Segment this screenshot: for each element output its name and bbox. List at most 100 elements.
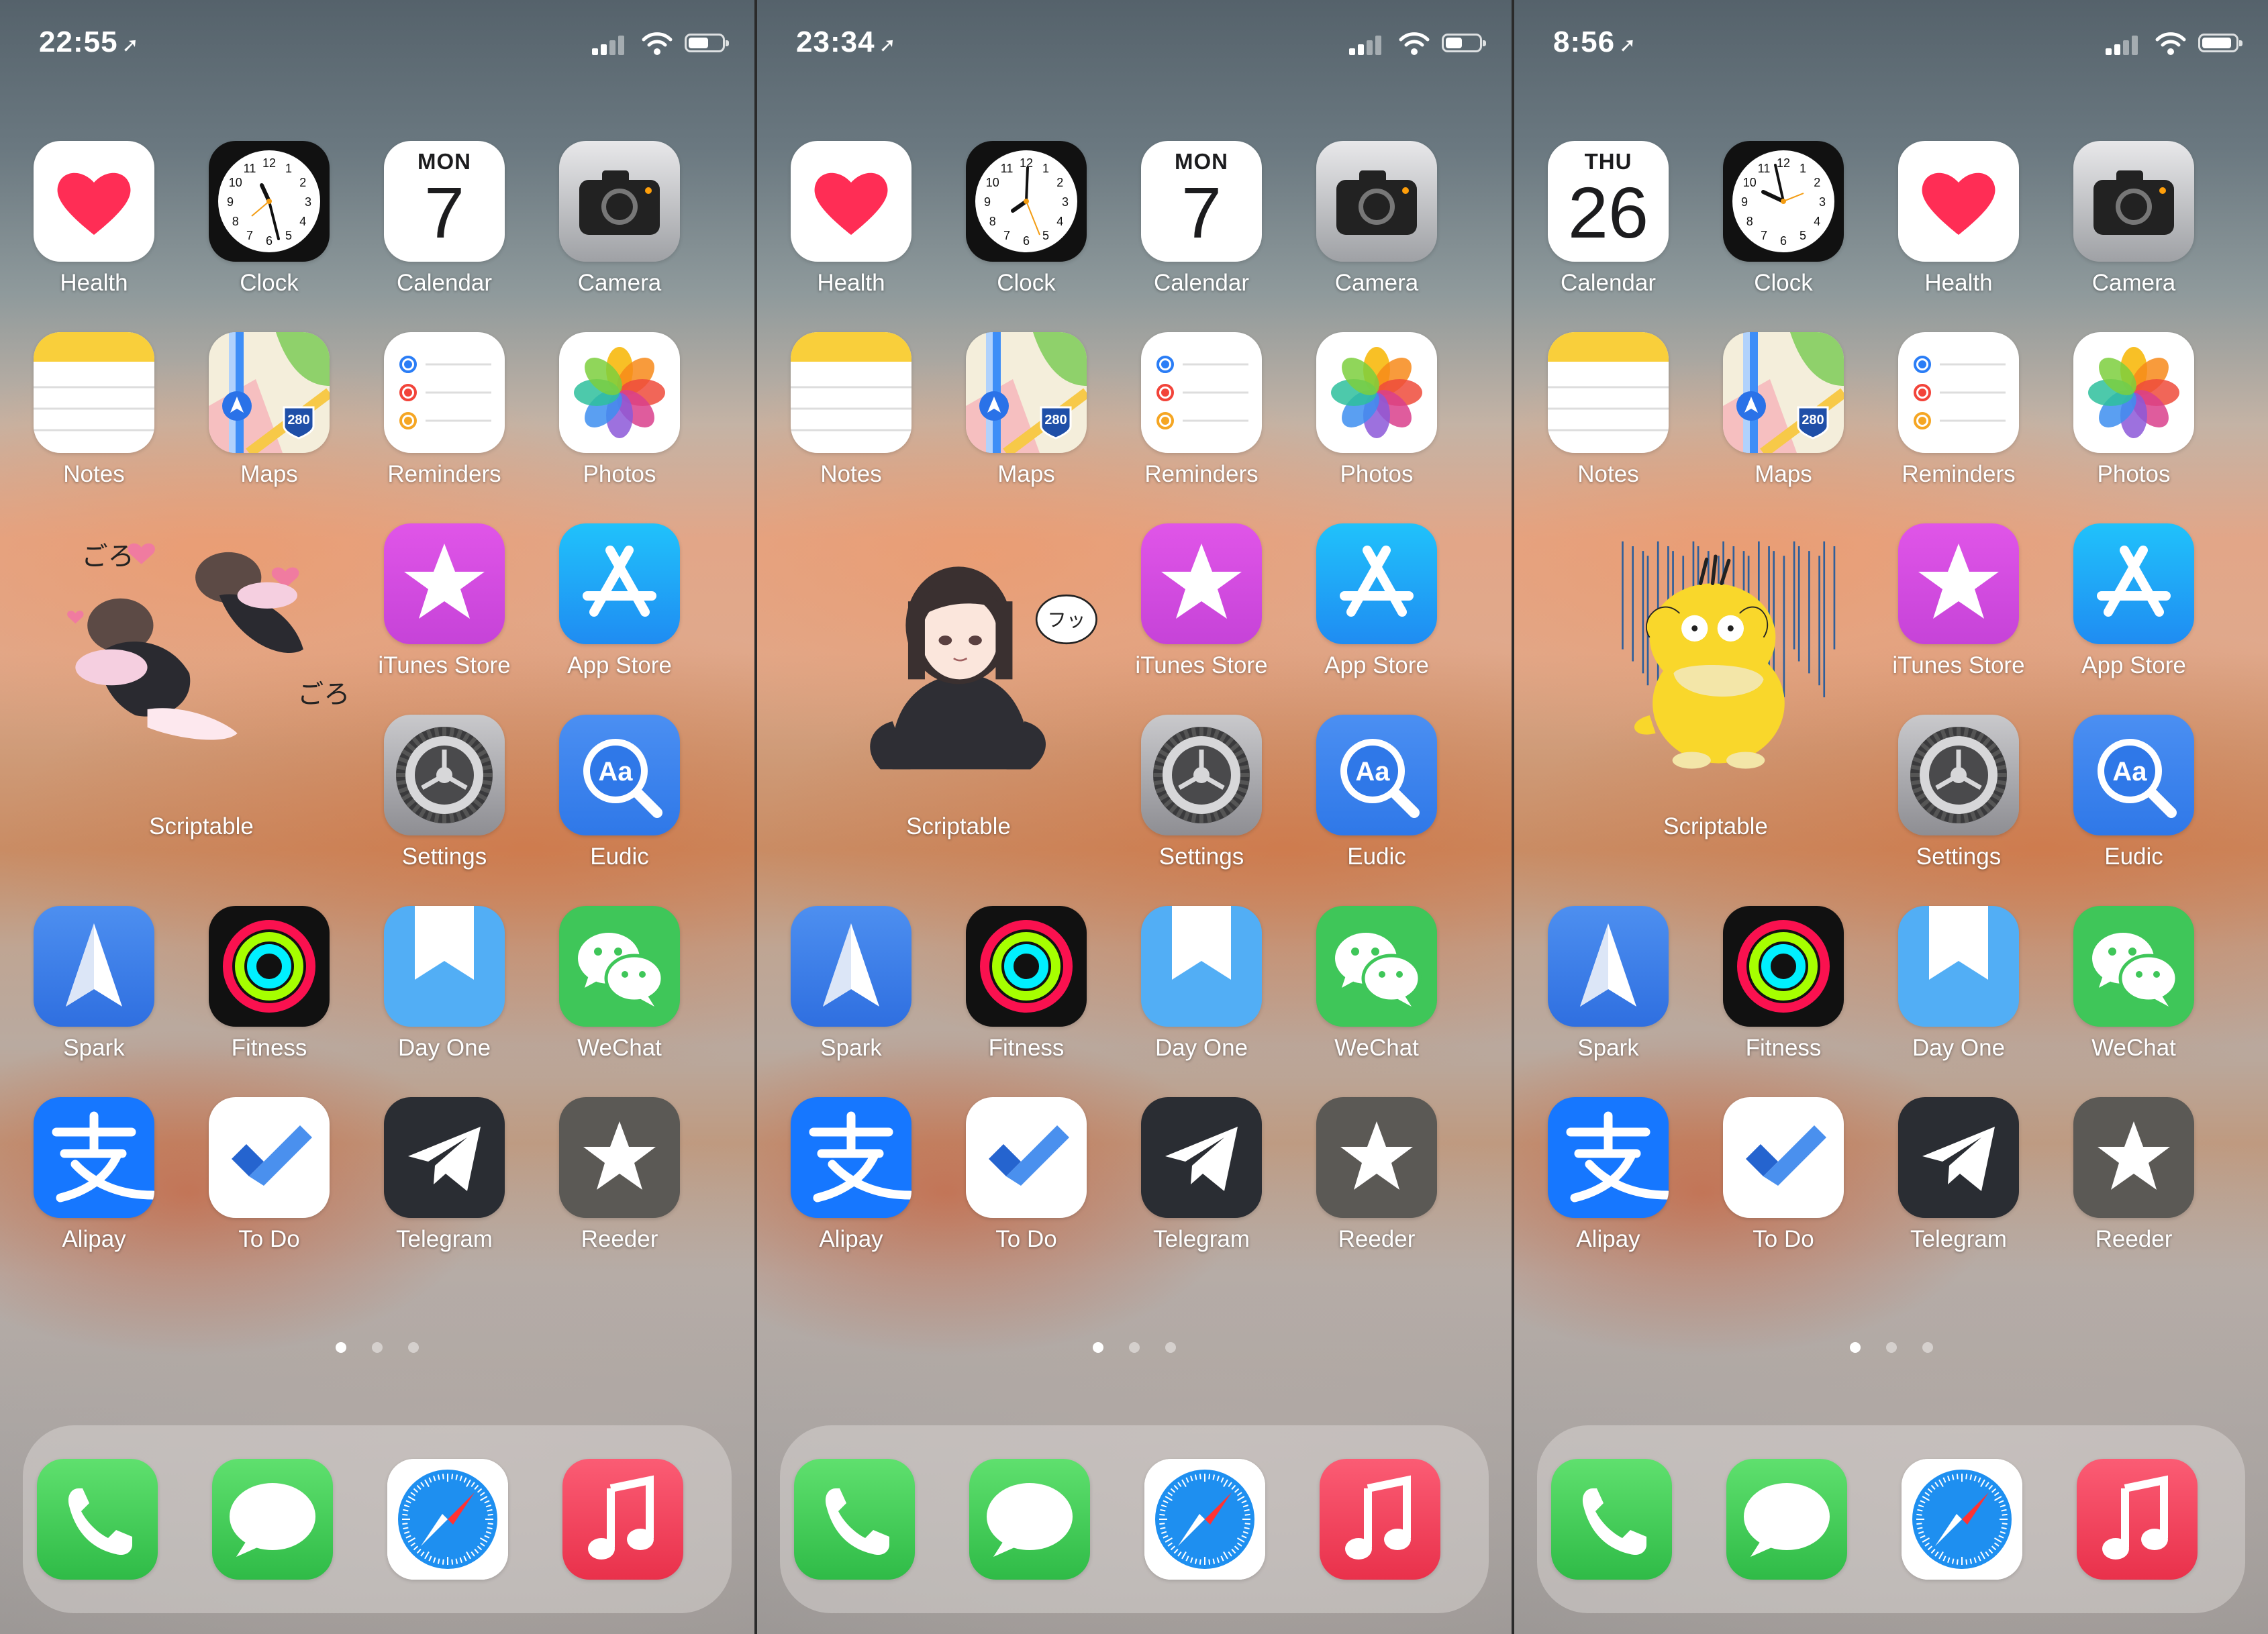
- scriptable-widget[interactable]: Scriptable: [1541, 523, 1890, 839]
- app-app-store[interactable]: App Store: [532, 523, 707, 679]
- app-alipay[interactable]: Alipay: [1521, 1097, 1695, 1253]
- app-app-store[interactable]: App Store: [2047, 523, 2221, 679]
- page-indicator[interactable]: [0, 1342, 754, 1356]
- app-photos[interactable]: Photos: [2047, 332, 2221, 488]
- app-photos[interactable]: Photos: [532, 332, 707, 488]
- app-calendar[interactable]: MON 7 Calendar: [1114, 141, 1289, 297]
- page-dot[interactable]: [408, 1342, 419, 1353]
- app-settings[interactable]: Settings: [1871, 715, 2046, 870]
- battery-icon: [2198, 34, 2242, 52]
- app-telegram[interactable]: Telegram: [1114, 1097, 1289, 1253]
- health-icon: [1898, 141, 2019, 262]
- app-photos[interactable]: Photos: [1289, 332, 1464, 488]
- app-day-one[interactable]: Day One: [1871, 906, 2046, 1062]
- spark-icon: [791, 906, 911, 1027]
- app-fitness[interactable]: Fitness: [939, 906, 1114, 1062]
- app-notes[interactable]: Notes: [1521, 332, 1695, 488]
- app-itunes-store[interactable]: iTunes Store: [1114, 523, 1289, 679]
- app-settings[interactable]: Settings: [1114, 715, 1289, 870]
- app-label: Reeder: [581, 1226, 658, 1252]
- app-label: Fitness: [988, 1035, 1065, 1061]
- music-icon[interactable]: [562, 1459, 683, 1580]
- app-maps[interactable]: 280 Maps: [939, 332, 1114, 488]
- day-one-icon: [384, 906, 505, 1027]
- app-itunes-store[interactable]: iTunes Store: [1871, 523, 2046, 679]
- app-maps[interactable]: 280 Maps: [182, 332, 356, 488]
- fitness-icon: [209, 906, 330, 1027]
- app-notes[interactable]: Notes: [764, 332, 938, 488]
- app-camera[interactable]: Camera: [1289, 141, 1464, 297]
- app-to-do[interactable]: To Do: [939, 1097, 1114, 1253]
- app-spark[interactable]: Spark: [764, 906, 938, 1062]
- messages-icon[interactable]: [969, 1459, 1090, 1580]
- scriptable-widget[interactable]: ごろ ごろ Scriptable: [27, 523, 376, 839]
- messages-icon[interactable]: [212, 1459, 333, 1580]
- app-health[interactable]: Health: [1871, 141, 2046, 297]
- safari-icon[interactable]: [1144, 1459, 1265, 1580]
- app-reeder[interactable]: Reeder: [532, 1097, 707, 1253]
- page-dot[interactable]: [1849, 1342, 1861, 1353]
- app-day-one[interactable]: Day One: [1114, 906, 1289, 1062]
- app-reminders[interactable]: Reminders: [1114, 332, 1289, 488]
- app-telegram[interactable]: Telegram: [357, 1097, 532, 1253]
- app-wechat[interactable]: WeChat: [532, 906, 707, 1062]
- app-fitness[interactable]: Fitness: [182, 906, 356, 1062]
- page-dot[interactable]: [1922, 1342, 1933, 1353]
- app-calendar[interactable]: THU 26 Calendar: [1521, 141, 1695, 297]
- page-dot[interactable]: [1093, 1342, 1103, 1353]
- app-to-do[interactable]: To Do: [182, 1097, 356, 1253]
- app-health[interactable]: Health: [7, 141, 181, 297]
- app-alipay[interactable]: Alipay: [764, 1097, 938, 1253]
- page-indicator[interactable]: [757, 1342, 1512, 1356]
- app-settings[interactable]: Settings: [357, 715, 532, 870]
- app-camera[interactable]: Camera: [532, 141, 707, 297]
- app-eudic[interactable]: Aa Eudic: [1289, 715, 1464, 870]
- app-clock[interactable]: 1 2 3 4 5 6 7 8 9 10 11 12 Clock: [182, 141, 356, 297]
- svg-text:10: 10: [986, 176, 999, 189]
- app-day-one[interactable]: Day One: [357, 906, 532, 1062]
- app-spark[interactable]: Spark: [7, 906, 181, 1062]
- app-label: Notes: [63, 461, 125, 487]
- app-reeder[interactable]: Reeder: [2047, 1097, 2221, 1253]
- messages-icon[interactable]: [1726, 1459, 1847, 1580]
- app-spark[interactable]: Spark: [1521, 906, 1695, 1062]
- page-dot[interactable]: [336, 1342, 346, 1353]
- page-dot[interactable]: [1165, 1342, 1176, 1353]
- phone-icon[interactable]: [794, 1459, 915, 1580]
- music-icon[interactable]: [1320, 1459, 1440, 1580]
- app-label: iTunes Store: [1135, 652, 1268, 678]
- app-camera[interactable]: Camera: [2047, 141, 2221, 297]
- page-dot[interactable]: [1129, 1342, 1140, 1353]
- page-dot[interactable]: [372, 1342, 383, 1353]
- app-label: Settings: [1916, 844, 2002, 870]
- app-fitness[interactable]: Fitness: [1696, 906, 1871, 1062]
- svg-text:7: 7: [246, 229, 253, 242]
- phone-icon[interactable]: [1551, 1459, 1672, 1580]
- page-indicator[interactable]: [1514, 1342, 2268, 1356]
- app-reeder[interactable]: Reeder: [1289, 1097, 1464, 1253]
- phone-icon[interactable]: [37, 1459, 158, 1580]
- safari-icon[interactable]: [1902, 1459, 2022, 1580]
- app-to-do[interactable]: To Do: [1696, 1097, 1871, 1253]
- app-calendar[interactable]: MON 7 Calendar: [357, 141, 532, 297]
- app-itunes-store[interactable]: iTunes Store: [357, 523, 532, 679]
- app-clock[interactable]: 1 2 3 4 5 6 7 8 9 10 11 12 Clock: [1696, 141, 1871, 297]
- app-reminders[interactable]: Reminders: [357, 332, 532, 488]
- app-clock[interactable]: 1 2 3 4 5 6 7 8 9 10 11 12 Clock: [939, 141, 1114, 297]
- app-reminders[interactable]: Reminders: [1871, 332, 2046, 488]
- app-notes[interactable]: Notes: [7, 332, 181, 488]
- scriptable-widget[interactable]: フッ Scriptable: [784, 523, 1133, 839]
- safari-icon[interactable]: [387, 1459, 508, 1580]
- music-icon[interactable]: [2077, 1459, 2198, 1580]
- app-wechat[interactable]: WeChat: [2047, 906, 2221, 1062]
- svg-text:Aa: Aa: [2112, 757, 2147, 786]
- app-eudic[interactable]: Aa Eudic: [2047, 715, 2221, 870]
- app-wechat[interactable]: WeChat: [1289, 906, 1464, 1062]
- app-health[interactable]: Health: [764, 141, 938, 297]
- app-maps[interactable]: 280 Maps: [1696, 332, 1871, 488]
- app-app-store[interactable]: App Store: [1289, 523, 1464, 679]
- app-alipay[interactable]: Alipay: [7, 1097, 181, 1253]
- app-telegram[interactable]: Telegram: [1871, 1097, 2046, 1253]
- app-eudic[interactable]: Aa Eudic: [532, 715, 707, 870]
- page-dot[interactable]: [1885, 1342, 1897, 1353]
